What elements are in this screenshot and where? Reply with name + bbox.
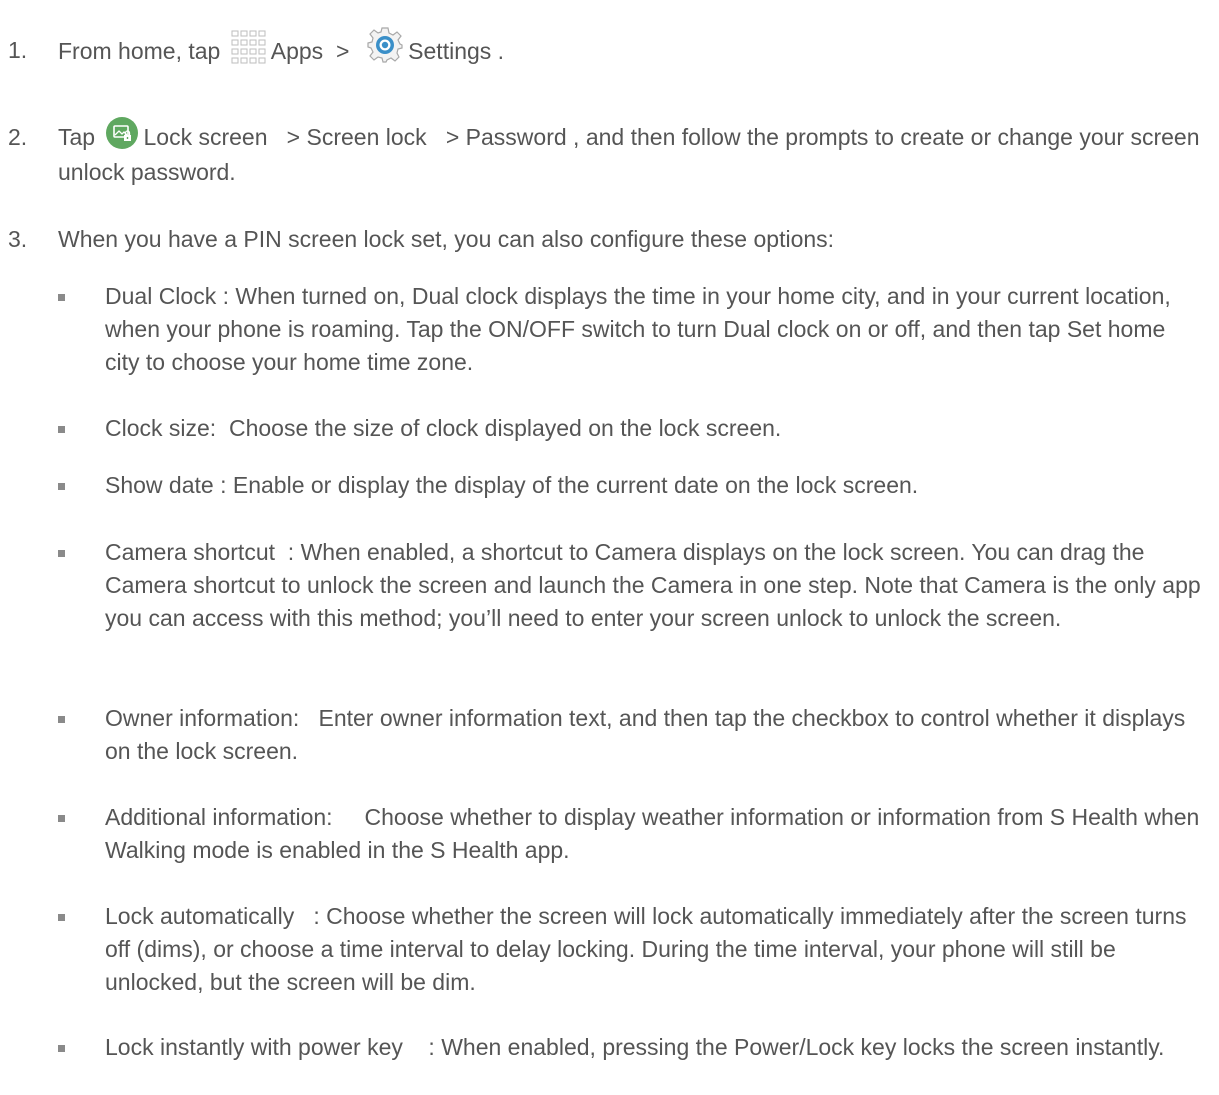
option-description: : When enabled, pressing the Power/Lock … <box>428 1034 1165 1060</box>
option-description: Choose the size of clock displayed on th… <box>222 415 782 441</box>
option-term: Owner information: <box>105 705 313 731</box>
password-label: Password <box>465 124 567 150</box>
bullet-icon <box>58 294 65 301</box>
apps-label: Apps <box>270 38 324 65</box>
option-term: Lock automatically <box>105 903 314 929</box>
option-term: Show date <box>105 472 221 498</box>
option-term: Dual Clock <box>105 283 223 309</box>
bullet-icon <box>58 483 65 490</box>
step-text: When you have a PIN screen lock set, you… <box>58 226 835 252</box>
step-2: 2. Tap Lock screen > Screen lock > Passw… <box>8 116 1205 189</box>
option-term: Additional information: <box>105 804 359 830</box>
step-text: Tap <box>58 124 102 150</box>
option-description: : Enable or display the display of the c… <box>220 472 919 498</box>
lock-screen-icon <box>105 116 139 150</box>
step-number: 1. <box>8 37 28 63</box>
option-lock-automatically: Lock automatically : Choose whether the … <box>58 900 1205 999</box>
option-additional-information: Additional information: Choose whether t… <box>58 801 1205 867</box>
step-text: From home, tap <box>58 38 227 65</box>
bullet-icon <box>58 815 65 822</box>
step-number: 3. <box>8 226 28 252</box>
screen-lock-label: Screen lock <box>306 124 427 150</box>
option-show-date: Show date : Enable or display the displa… <box>58 469 1205 502</box>
option-term: Lock instantly with power key <box>105 1034 429 1060</box>
bullet-icon <box>58 716 65 723</box>
step-1: 1. From home, tap Apps > Settings . <box>8 27 1205 72</box>
option-camera-shortcut: Camera shortcut : When enabled, a shortc… <box>58 536 1205 635</box>
step-3: 3. When you have a PIN screen lock set, … <box>8 223 1205 256</box>
separator: > <box>267 124 307 150</box>
settings-gear-icon <box>366 26 404 64</box>
option-lock-instantly-with-power-key: Lock instantly with power key : When ena… <box>58 1031 1205 1064</box>
bullet-icon <box>58 914 65 921</box>
option-term: Camera shortcut <box>105 539 288 565</box>
option-description: : When turned on, Dual clock displays th… <box>105 283 1171 375</box>
separator: > <box>426 124 466 150</box>
separator: > <box>323 38 363 65</box>
bullet-icon <box>58 550 65 557</box>
option-owner-information: Owner information: Enter owner informati… <box>58 702 1205 768</box>
settings-label: Settings <box>408 38 492 65</box>
option-dual-clock: Dual Clock : When turned on, Dual clock … <box>58 280 1205 379</box>
option-clock-size: Clock size: Choose the size of clock dis… <box>58 412 1205 445</box>
bullet-icon <box>58 426 65 433</box>
option-term: Clock size: <box>105 415 223 441</box>
lock-screen-label: Lock screen <box>143 124 268 150</box>
step-number: 2. <box>8 124 28 150</box>
step-text-end: . <box>491 38 505 65</box>
apps-grid-icon <box>231 30 267 64</box>
bullet-icon <box>58 1045 65 1052</box>
